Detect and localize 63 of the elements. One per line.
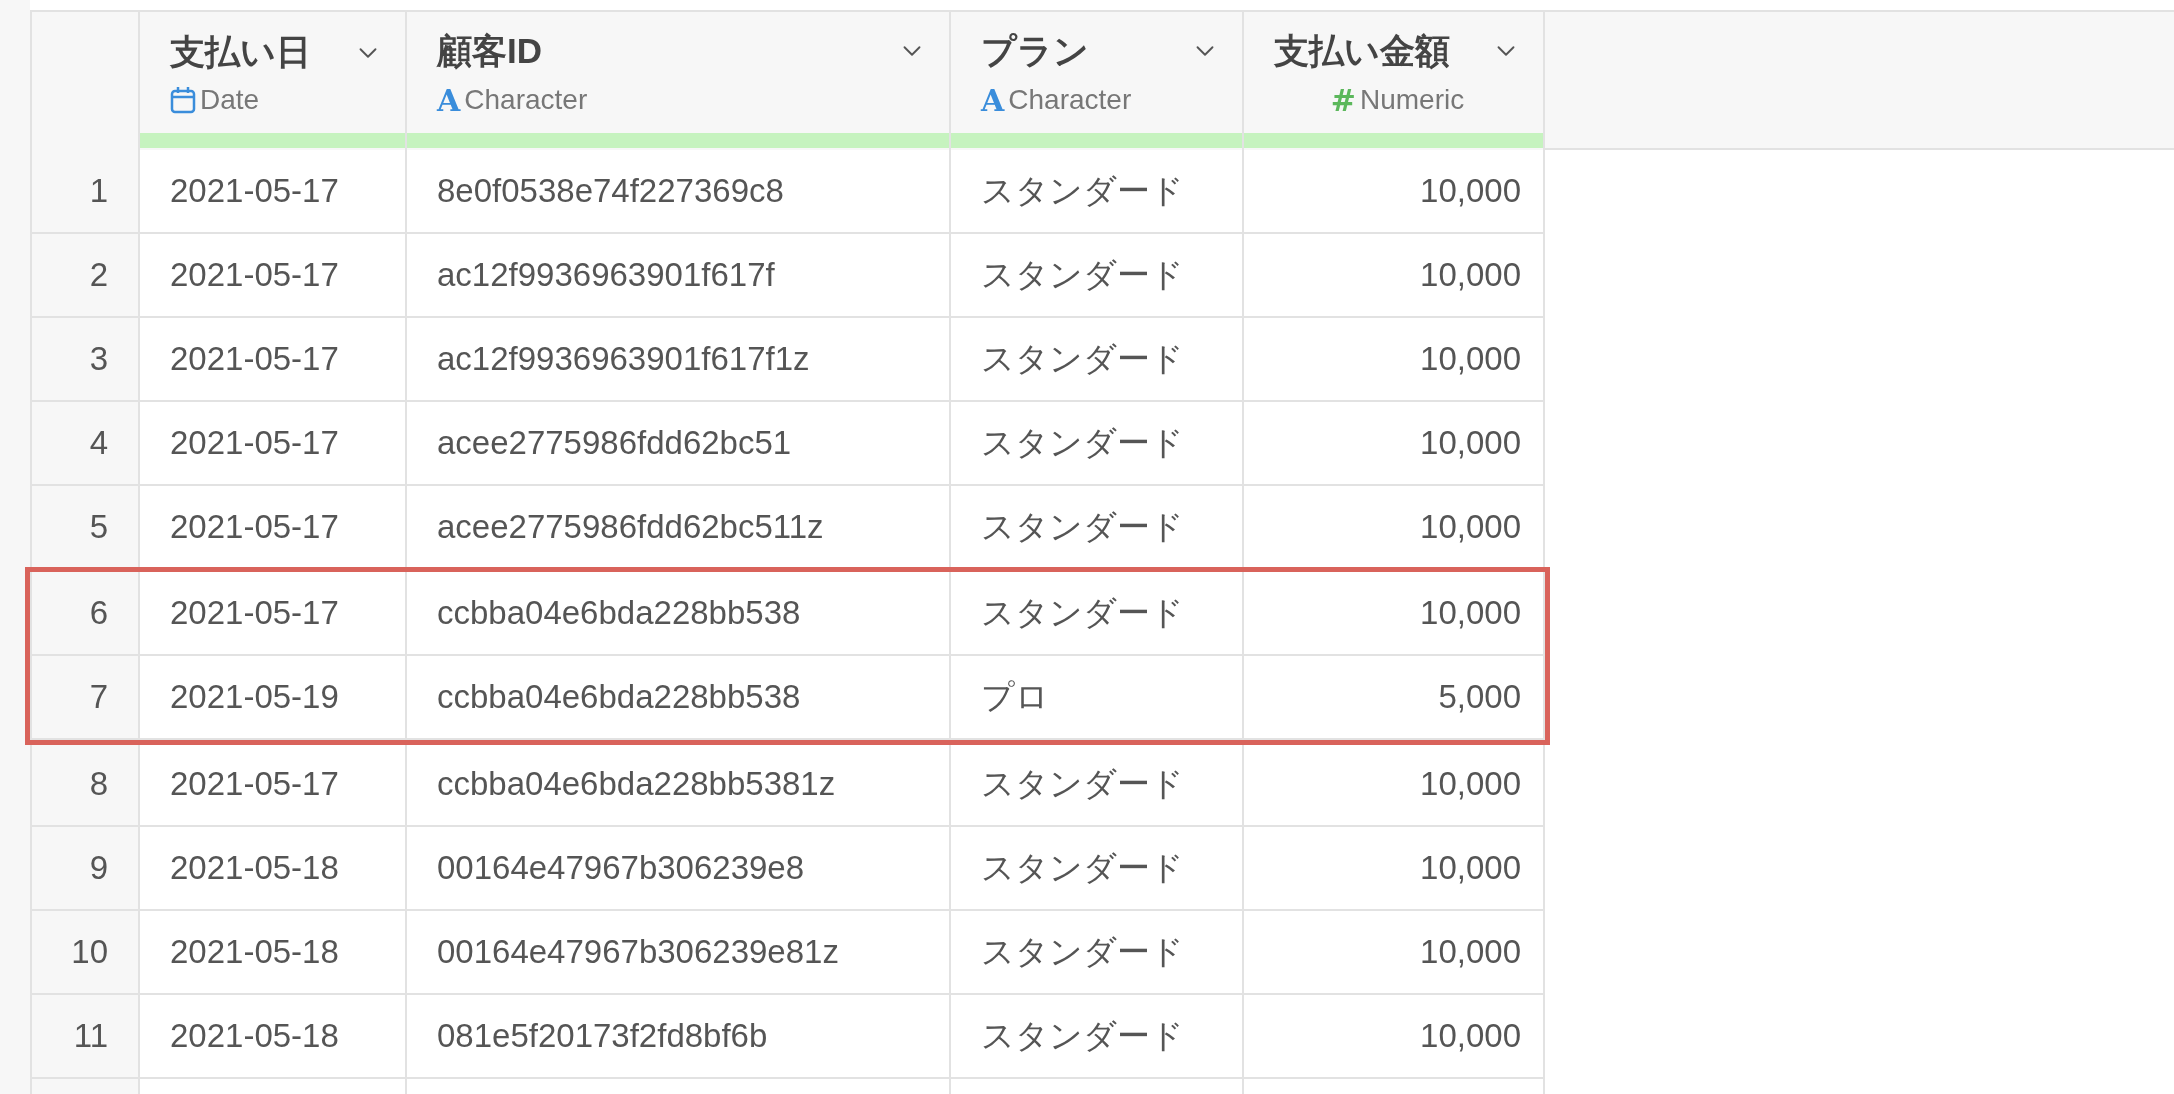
table-cell: 2021-05-17 [140, 150, 407, 234]
table-cell: 2021-05-18 [140, 827, 407, 911]
row-number: 6 [30, 572, 140, 656]
table-cell: 10,000 [1244, 827, 1545, 911]
table-cell: ccbba04e6bda228bb538 [407, 656, 951, 740]
row-number: 9 [30, 827, 140, 911]
table-cell: 10,000 [1244, 318, 1545, 402]
table-cell: スタンダード [951, 402, 1244, 486]
table-cell: 00164e47967b306239e8 [407, 827, 951, 911]
table-cell: 2021-05-18 [140, 911, 407, 995]
calendar-icon [170, 86, 196, 114]
table-cell: スタンダード [951, 743, 1244, 827]
column-title: 支払い金額 [1274, 29, 1450, 72]
table-cell: 2021-05-17 [140, 318, 407, 402]
column-type: Character [1008, 84, 1132, 116]
table-cell: 10,000 [1244, 150, 1545, 234]
table-cell: プロ [951, 656, 1244, 740]
row-number: 8 [30, 743, 140, 827]
type-icon: # [1330, 82, 1356, 118]
table-cell: ccbba04e6bda228bb538 [407, 572, 951, 656]
table-cell: スタンダード [951, 234, 1244, 318]
table-cell: スタンダード [951, 827, 1244, 911]
column-type: Numeric [1359, 84, 1465, 116]
row-number: 1 [30, 150, 140, 234]
table-cell: スタンダード [951, 318, 1244, 402]
table-cell: 8e0f0538e74f227369c8 [407, 150, 951, 234]
type-icon: A [981, 82, 1005, 118]
row-number: 5 [30, 486, 140, 570]
row-number: 10 [30, 911, 140, 995]
table-cell: 5,000 [1244, 656, 1545, 740]
row-number: 2 [30, 234, 140, 318]
table-cell: スタンダード [951, 572, 1244, 656]
table-cell: 10,000 [1244, 911, 1545, 995]
column-title: プラン [981, 29, 1089, 72]
table-cell: 10,000 [1244, 402, 1545, 486]
column-title: 顧客ID [437, 29, 542, 72]
type-icon: A [437, 82, 461, 118]
table-cell: 081e5f20173f2fd8bf6b [407, 995, 951, 1079]
table-cell: 10,000 [1244, 234, 1545, 318]
table-cell: 2021-05-19 [140, 656, 407, 740]
table-cell: 10,000 [1244, 572, 1545, 656]
column-type: Date [200, 84, 260, 116]
table-cell: ac12f9936963901f617f [407, 234, 951, 318]
table-cell: 00164e47967b306239e81z [407, 911, 951, 995]
column-title: 支払い日 [170, 31, 311, 73]
table-cell: 10,000 [1244, 995, 1545, 1079]
table-cell: 2021-05-18 [140, 995, 407, 1079]
table-cell: 2021-05-17 [140, 234, 407, 318]
table-cell: 2021-05-17 [140, 743, 407, 827]
table-cell: スタンダード [951, 150, 1244, 234]
table-cell: ccbba04e6bda228bb5381z [407, 743, 951, 827]
column-type: Character [464, 84, 588, 116]
row-number: 11 [30, 995, 140, 1079]
table-cell: 2021-05-17 [140, 402, 407, 486]
table-cell: 10,000 [1244, 743, 1545, 827]
row-number: 4 [30, 402, 140, 486]
row-number: 7 [30, 656, 140, 740]
table-cell: スタンダード [951, 995, 1244, 1079]
table-cell: スタンダード [951, 911, 1244, 995]
table-cell: 2021-05-17 [140, 572, 407, 656]
row-number: 3 [30, 318, 140, 402]
table-cell: ac12f9936963901f617f1z [407, 318, 951, 402]
table-cell: acee2775986fdd62bc51 [407, 402, 951, 486]
